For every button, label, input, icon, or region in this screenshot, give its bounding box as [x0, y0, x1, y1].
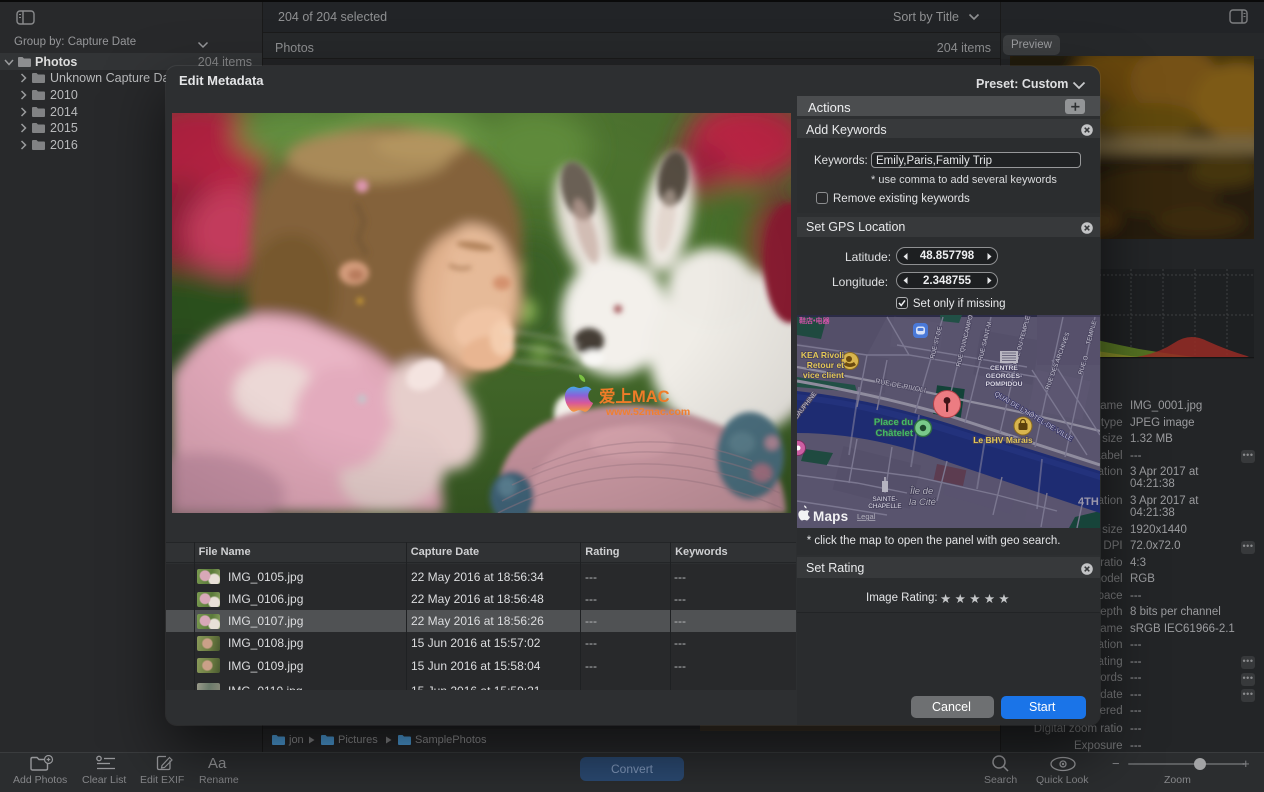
svg-text:Le BHV Marais: Le BHV Marais: [973, 435, 1033, 445]
svg-text:CHAPELLE: CHAPELLE: [868, 503, 901, 510]
svg-text:4TH: 4TH: [1078, 496, 1099, 508]
svg-text:la Cité: la Cité: [909, 497, 936, 508]
svg-text:SAINTE-: SAINTE-: [872, 496, 897, 503]
svg-text:Maps: Maps: [813, 509, 848, 524]
svg-text:vice client: vice client: [803, 370, 844, 380]
svg-text:POMPIDOU: POMPIDOU: [985, 381, 1022, 388]
svg-text:Legal: Legal: [857, 512, 876, 521]
svg-text:www.52mac.com: www.52mac.com: [605, 406, 690, 418]
svg-text:KEA Rivoli: KEA Rivoli: [801, 350, 844, 360]
svg-text:GEORGES-: GEORGES-: [986, 373, 1023, 380]
svg-text:鞋店•电器: 鞋店•电器: [799, 316, 830, 325]
svg-text:Île de: Île de: [910, 486, 933, 497]
svg-text:Place du: Place du: [874, 417, 913, 428]
svg-text:爱上MAC: 爱上MAC: [599, 386, 670, 406]
svg-text:Châtelet: Châtelet: [876, 428, 914, 439]
svg-text:CENTRE: CENTRE: [990, 365, 1018, 372]
svg-text:Retour et: Retour et: [807, 360, 844, 370]
